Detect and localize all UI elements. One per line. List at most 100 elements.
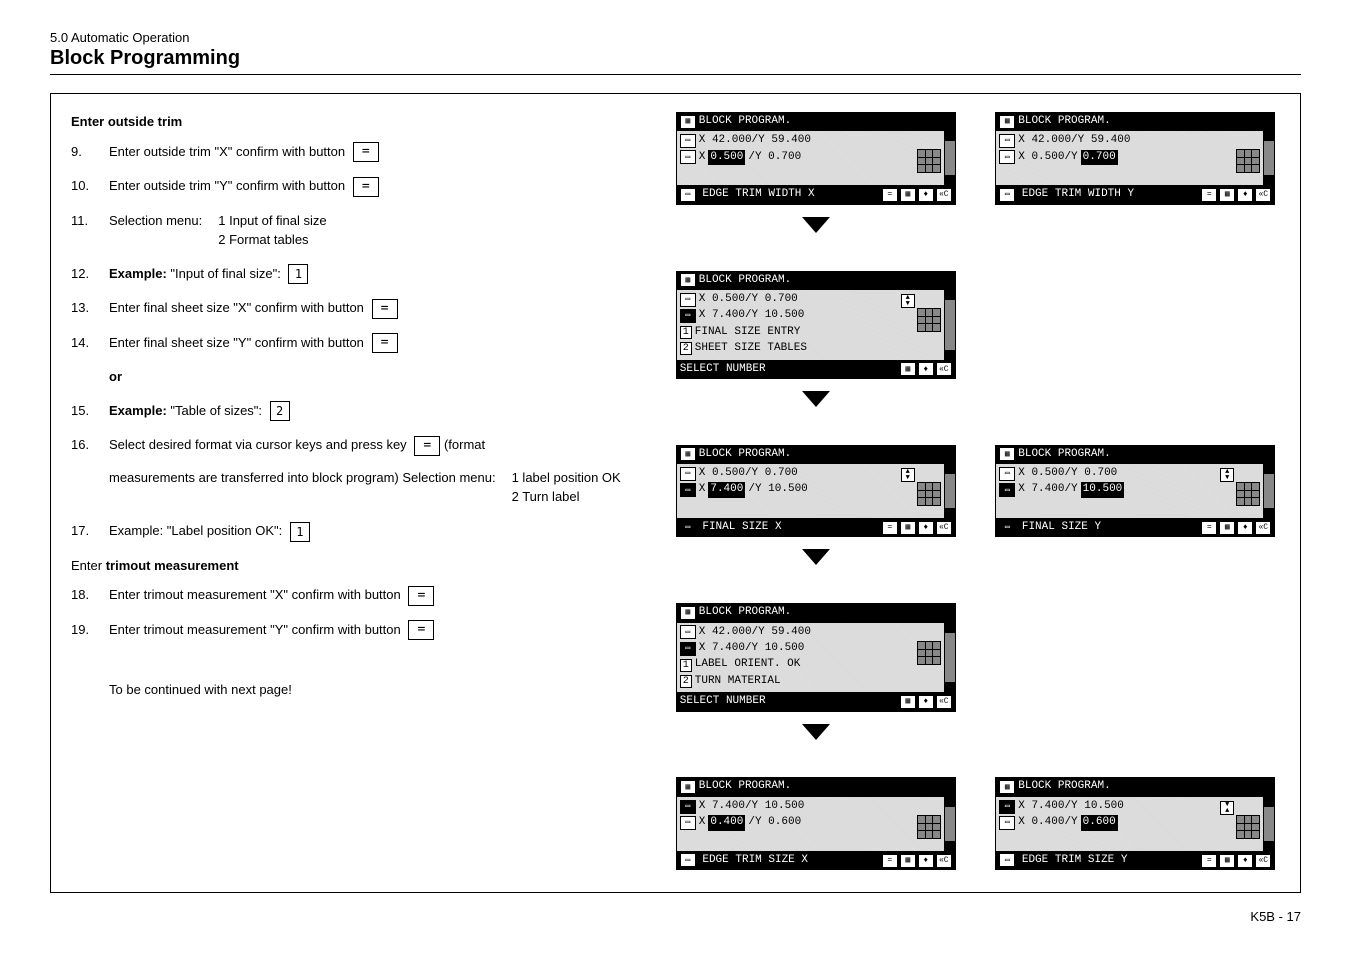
step-16: 16. Select desired format via cursor key… (71, 435, 631, 507)
lcd-title-bar: ▦BLOCK PROGRAM. (676, 777, 956, 796)
confirm-button-icon: = (372, 333, 398, 353)
step-number: 19. (71, 620, 109, 640)
scrollbar-icon (944, 131, 955, 185)
updown-icon: ♦ (918, 854, 934, 868)
keypad-icon: ▦ (900, 362, 916, 376)
down-arrow-icon (802, 724, 830, 740)
trim-icon: ▭ (999, 150, 1015, 164)
step-10: 10. Enter outside trim "Y" confirm with … (71, 176, 631, 197)
lcd-body: ▭X 42.000/Y 59.400 ▭X 7.400/Y 10.500 1LA… (676, 623, 956, 693)
keypad-icon: ▦ (1219, 521, 1235, 535)
confirm-button-icon: = (408, 586, 434, 606)
lcd-title-bar: ▦BLOCK PROGRAM. (676, 271, 956, 290)
scrollbar-icon (944, 623, 955, 693)
lcd-screen: ▦BLOCK PROGRAM. ▭X 7.400/Y 10.500 ▭X 0.4… (676, 777, 956, 870)
instruction-column: Enter outside trim 9. Enter outside trim… (71, 112, 631, 872)
updown-icon: ♦ (918, 188, 934, 202)
equals-icon: = (882, 188, 898, 202)
keypad-icon: ▦ (900, 521, 916, 535)
confirm-button-icon: = (414, 436, 440, 456)
keypad-icon: ▦ (1219, 854, 1235, 868)
equals-icon: = (1201, 854, 1217, 868)
instruction-list: 18. Enter trimout measurement "X" confir… (71, 585, 631, 640)
footer-icon: ▭ (680, 188, 696, 202)
panel-trimout-y: ▦BLOCK PROGRAM. ▭X 7.400/Y 10.500 ▭X 0.4… (991, 777, 1281, 870)
program-icon: ▦ (680, 780, 696, 794)
step-number: 14. (71, 333, 109, 353)
c-icon: «C (936, 854, 952, 868)
keypad-icon: ▦ (1219, 188, 1235, 202)
panel-trimout-x: ▦BLOCK PROGRAM. ▭X 7.400/Y 10.500 ▭X 0.4… (671, 777, 961, 870)
step-number: 10. (71, 176, 109, 196)
numeric-key-2: 2 (270, 401, 290, 421)
lcd-title-bar: ▦BLOCK PROGRAM. (676, 603, 956, 622)
footer-icon: ▭ (999, 188, 1015, 202)
step-14: 14. Enter final sheet size "Y" confirm w… (71, 333, 631, 354)
program-icon: ▦ (999, 447, 1015, 461)
lcd-body: ▭X 0.500/Y 0.700 ▭X 7.400/Y 10.500 1FINA… (676, 290, 956, 360)
subhead-outside-trim: Enter outside trim (71, 112, 631, 132)
step-text: Example: "Label position OK": 1 (109, 521, 631, 542)
step-text: Enter outside trim "Y" confirm with butt… (109, 176, 631, 197)
step-9: 9. Enter outside trim "X" confirm with b… (71, 142, 631, 163)
lcd-footer: ▭ EDGE TRIM WIDTH X =▦♦«C (676, 185, 956, 204)
step-number: 15. (71, 401, 109, 421)
lcd-body: ▭X 42.000/Y 59.400 ▭X 0.500/Y 0.700 (995, 131, 1275, 185)
grid-preview-icon (917, 641, 941, 665)
step-number: 16. (71, 435, 109, 455)
scrollbar-icon (944, 797, 955, 851)
lcd-body: ▭X 42.000/Y 59.400 ▭X 0.500/Y 0.700 (676, 131, 956, 185)
keypad-icon: ▦ (900, 854, 916, 868)
lcd-title-bar: ▦BLOCK PROGRAM. (995, 112, 1275, 131)
scrollbar-icon (1263, 797, 1274, 851)
up-down-arrow-icon: ▲▼ (1220, 468, 1234, 482)
scrollbar-icon (944, 464, 955, 518)
c-icon: «C (1255, 521, 1271, 535)
c-icon: «C (936, 362, 952, 376)
lcd-screen: ▦BLOCK PROGRAM. ▭X 42.000/Y 59.400 ▭X 0.… (995, 112, 1275, 205)
selection-submenu: Selection menu: 1 label position OK 2 Tu… (402, 468, 620, 507)
c-icon: «C (936, 521, 952, 535)
confirm-button-icon: = (372, 299, 398, 319)
panel-select-final-size: ▦BLOCK PROGRAM. ▭X 0.500/Y 0.700 ▭X 7.40… (671, 271, 961, 413)
step-number: 9. (71, 142, 109, 162)
step-15: 15. Example: "Table of sizes": 2 (71, 401, 631, 422)
footer-icon: ▭ (680, 853, 696, 867)
equals-icon: = (882, 854, 898, 868)
lcd-body: ▭X 0.500/Y 0.700 ▭X 7.400/Y 10.500 ▲▼ (995, 464, 1275, 518)
continue-note: To be continued with next page! (109, 680, 631, 700)
lcd-screen: ▦BLOCK PROGRAM. ▭X 42.000/Y 59.400 ▭X 0.… (676, 112, 956, 205)
sheet-icon: ▭ (680, 134, 696, 148)
scrollbar-icon (1263, 464, 1274, 518)
up-down-arrow-icon: ▲▼ (901, 294, 915, 308)
grid-preview-icon (1236, 482, 1260, 506)
lcd-title-bar: ▦BLOCK PROGRAM. (995, 445, 1275, 464)
sheet-icon: ▭ (680, 625, 696, 639)
step-13: 13. Enter final sheet size "X" confirm w… (71, 298, 631, 319)
footer-controls: =▦♦«C (882, 854, 952, 868)
equals-icon: = (882, 521, 898, 535)
option-1-box: 1 (680, 659, 692, 672)
panel-edge-trim-x: ▦BLOCK PROGRAM. ▭X 42.000/Y 59.400 ▭X 0.… (671, 112, 961, 239)
grid-preview-icon (1236, 149, 1260, 173)
program-icon: ▦ (999, 115, 1015, 129)
footer-controls: =▦♦«C (882, 188, 952, 202)
program-icon: ▦ (680, 115, 696, 129)
trimout-icon: ▭ (999, 816, 1015, 830)
option-2-box: 2 (680, 342, 692, 355)
lcd-screen: ▦BLOCK PROGRAM. ▭X 0.500/Y 0.700 ▭X 7.40… (676, 445, 956, 538)
step-text: Example: "Input of final size": 1 (109, 264, 631, 285)
lcd-title-bar: ▦BLOCK PROGRAM. (676, 445, 956, 464)
page-title: Block Programming (50, 47, 1301, 75)
confirm-button-icon: = (408, 620, 434, 640)
lcd-footer: SELECT NUMBER ▦♦«C (676, 360, 956, 379)
option-2-box: 2 (680, 675, 692, 688)
step-text: Enter final sheet size "Y" confirm with … (109, 333, 631, 354)
section-number: 5.0 Automatic Operation (50, 30, 1301, 45)
numeric-key-1: 1 (288, 264, 308, 284)
step-11: 11. Selection menu: 1 Input of final siz… (71, 211, 631, 250)
footer-controls: ▦♦«C (900, 362, 952, 376)
lcd-body: ▭X 7.400/Y 10.500 ▭X 0.400/Y 0.600 (676, 797, 956, 851)
program-icon: ▦ (999, 780, 1015, 794)
final-icon: ▭ (999, 800, 1015, 814)
